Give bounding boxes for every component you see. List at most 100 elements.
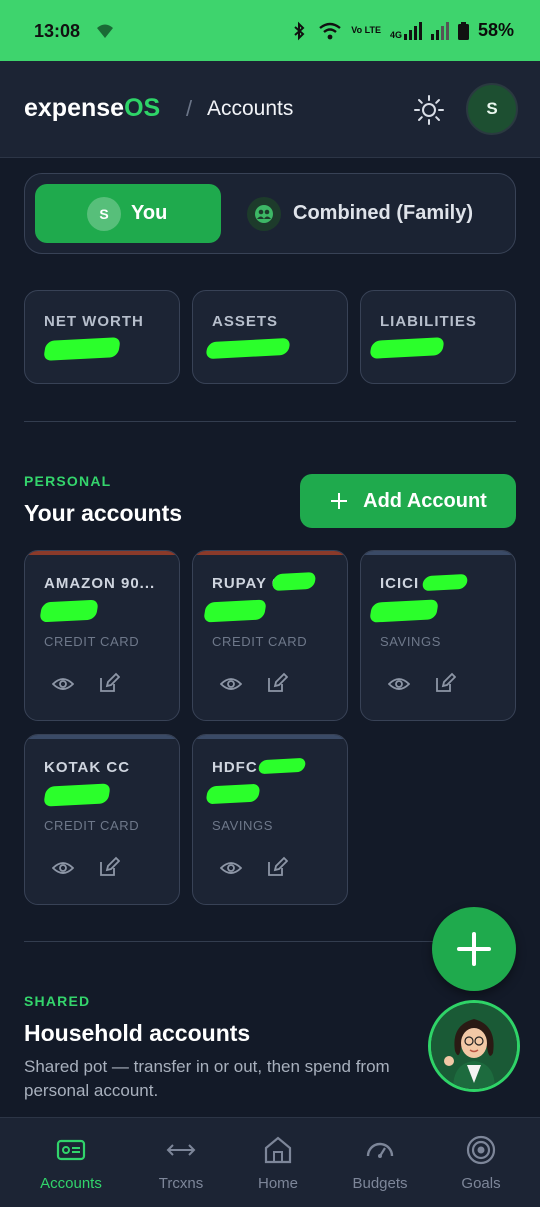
- bluetooth-icon: [294, 21, 305, 40]
- redacted-value: [369, 337, 445, 359]
- nav-label: Goals: [461, 1175, 501, 1192]
- account-type: SAVINGS: [212, 818, 274, 833]
- account-card[interactable]: HDFC SAVINGS: [192, 734, 348, 905]
- section-divider: [24, 421, 516, 422]
- shared-description: Shared pot — transfer in or out, then sp…: [24, 1057, 390, 1100]
- signal-icon-secondary: [430, 21, 449, 40]
- edit-icon[interactable]: [266, 856, 288, 878]
- shared-title: Household accounts: [24, 1020, 251, 1046]
- account-card[interactable]: ICICI SAVINGS: [360, 550, 516, 721]
- stat-label: LIABILITIES: [380, 313, 477, 330]
- account-type: CREDIT CARD: [44, 634, 140, 649]
- signal-icon: 4G: [389, 21, 422, 40]
- account-type: CREDIT CARD: [212, 634, 308, 649]
- account-card[interactable]: KOTAK CC CREDIT CARD: [24, 734, 180, 905]
- account-card[interactable]: AMAZON 90... CREDIT CARD: [24, 550, 180, 721]
- wifi-icon: [319, 22, 342, 39]
- home-icon: [264, 1136, 292, 1164]
- you-badge: S: [87, 196, 121, 231]
- redacted-value: [205, 337, 291, 360]
- add-account-label: Add Account: [363, 489, 487, 512]
- card-accent: [193, 551, 347, 555]
- scope-you-label: You: [131, 202, 168, 224]
- personal-title: Your accounts: [24, 500, 183, 526]
- add-account-button[interactable]: Add Account: [300, 474, 516, 528]
- scope-family-button[interactable]: Combined (Family): [247, 184, 509, 243]
- account-card[interactable]: RUPAY 6 CREDIT CARD: [192, 550, 348, 721]
- eye-icon[interactable]: [52, 857, 74, 879]
- nav-label: Accounts: [40, 1175, 102, 1192]
- network-type: Vo LTE: [351, 26, 381, 35]
- wifi-calling-icon: [97, 24, 113, 38]
- redacted-balance: [203, 599, 267, 623]
- brand-logo[interactable]: expenseOS: [24, 94, 160, 123]
- target-icon: [466, 1135, 496, 1165]
- transfer-arrows-icon: [166, 1144, 196, 1156]
- redacted-name-suffix: [421, 573, 469, 592]
- plus-icon: [331, 493, 348, 509]
- nav-budgets[interactable]: Budgets: [326, 1118, 434, 1207]
- nav-home[interactable]: Home: [224, 1118, 332, 1207]
- scope-toggle: S You Combined (Family): [24, 173, 516, 254]
- redacted-name-suffix: [271, 571, 317, 592]
- edit-icon[interactable]: [98, 856, 120, 878]
- status-time: 13:08: [34, 21, 81, 41]
- theme-toggle-sun-icon[interactable]: [413, 94, 445, 126]
- edit-icon[interactable]: [98, 672, 120, 694]
- account-name: KOTAK CC: [44, 759, 131, 776]
- nav-label: Budgets: [352, 1175, 408, 1192]
- wallet-icon: [56, 1139, 86, 1161]
- app-header: expenseOS / Accounts S: [0, 61, 540, 158]
- account-name: AMAZON 90...: [44, 575, 156, 592]
- status-icons: Vo LTE 4G 58%: [289, 20, 514, 41]
- personal-tag: PERSONAL: [24, 473, 112, 489]
- redacted-value: [43, 337, 121, 361]
- assistant-illustration: [431, 1003, 517, 1089]
- stat-card-liabilities: LIABILITIES: [360, 290, 516, 384]
- stat-label: ASSETS: [212, 313, 279, 330]
- account-name: RUPAY 6: [212, 575, 282, 592]
- account-type: CREDIT CARD: [44, 818, 140, 833]
- edit-icon[interactable]: [266, 672, 288, 694]
- nav-label: Trcxns: [158, 1175, 204, 1192]
- scope-you-button[interactable]: S You: [35, 184, 221, 243]
- assistant-avatar[interactable]: [428, 1000, 520, 1092]
- stat-card-net-worth: NET WORTH: [24, 290, 180, 384]
- plus-icon: [457, 932, 491, 966]
- network-volte: Vo LTE: [351, 25, 381, 35]
- redacted-balance: [43, 783, 111, 807]
- page-title: Accounts: [207, 97, 294, 120]
- nav-accounts[interactable]: Accounts: [17, 1118, 125, 1207]
- scope-family-label: Combined (Family): [293, 202, 474, 224]
- brand-accent: OS: [124, 94, 161, 122]
- eye-icon[interactable]: [52, 673, 74, 695]
- stat-card-assets: ASSETS: [192, 290, 348, 384]
- family-icon: [247, 196, 281, 231]
- nav-transactions[interactable]: Trcxns: [127, 1118, 235, 1207]
- section-divider: [24, 941, 434, 942]
- card-accent: [25, 551, 179, 555]
- eye-icon[interactable]: [220, 673, 242, 695]
- card-accent: [193, 735, 347, 739]
- status-bar: 13:08 Vo LTE 4G 58%: [0, 0, 540, 61]
- battery-icon: [457, 21, 469, 40]
- account-name: HDFC: [212, 759, 258, 776]
- nav-goals[interactable]: Goals: [427, 1118, 535, 1207]
- nav-label: Home: [257, 1175, 298, 1192]
- network-4g: 4G: [389, 29, 402, 40]
- eye-icon[interactable]: [388, 673, 410, 695]
- eye-icon[interactable]: [220, 857, 242, 879]
- stat-label: NET WORTH: [44, 313, 144, 330]
- account-type: SAVINGS: [380, 634, 442, 649]
- battery-percent: 58%: [477, 20, 514, 40]
- card-accent: [361, 551, 515, 555]
- account-name: ICICI: [380, 575, 420, 592]
- shared-tag: SHARED: [24, 993, 91, 1009]
- gauge-icon: [366, 1142, 394, 1158]
- add-fab-button[interactable]: [432, 907, 516, 991]
- redacted-balance: [369, 599, 439, 623]
- user-avatar[interactable]: S: [466, 83, 518, 135]
- edit-icon[interactable]: [434, 672, 456, 694]
- redacted-balance: [205, 783, 261, 805]
- breadcrumb-separator: /: [186, 96, 193, 121]
